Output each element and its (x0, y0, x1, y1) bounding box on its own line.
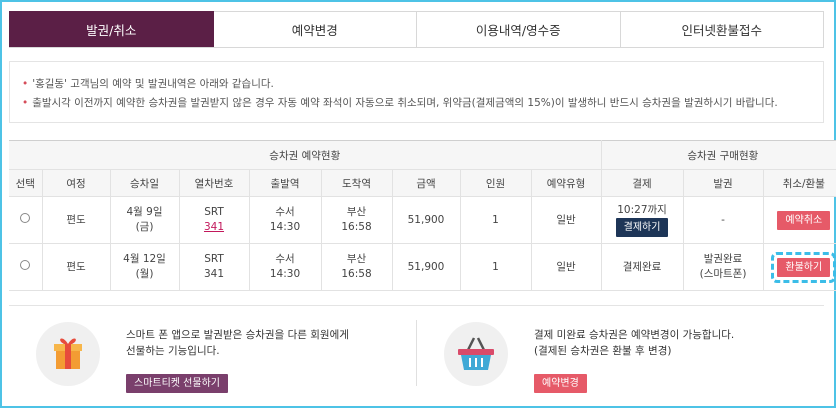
change-promo: 결제 미완료 승차권은 예약변경이 가능합니다. (결제된 승차권은 환불 후 … (444, 322, 804, 393)
promo-section: 스마트 폰 앱으로 발권받은 승차권을 다른 회원에게 선물하는 기능입니다. … (9, 305, 824, 399)
notice-line: • 출발시각 이전까지 예약한 승차권을 발권받지 않은 경우 자동 예약 좌석이… (22, 94, 811, 113)
tab-bar: 발권/취소 예약변경 이용내역/영수증 인터넷환불접수 (9, 11, 824, 48)
col-header: 발권 (683, 169, 764, 197)
change-promo-line: 결제 미완료 승차권은 예약변경이 가능합니다. (534, 329, 735, 341)
pay-button[interactable]: 결제하기 (615, 218, 669, 237)
notice-box: • '홍길동' 고객님의 예약 및 발권내역은 아래와 같습니다. • 출발시각 이… (9, 61, 824, 123)
col-header: 선택 (9, 169, 43, 197)
row-select-radio[interactable] (20, 212, 31, 223)
train-cell: SRT 341 (179, 243, 250, 291)
payment-cell: 결제완료 (601, 243, 684, 291)
departure-station: 수서 (275, 206, 295, 218)
table-row: 편도 4월 9일 (금) SRT 341 수서 14:30 부산 16:58 51,90… (9, 196, 836, 244)
col-header: 인원 (460, 169, 532, 197)
gift-promo-line: 스마트 폰 앱으로 발권받은 승차권을 다른 회원에게 (126, 329, 349, 341)
col-header: 취소/환불 (763, 169, 836, 197)
weekday-text: (월) (135, 268, 154, 280)
refund-button[interactable]: 환불하기 (777, 257, 831, 277)
arrival-cell: 부산 16:58 (321, 243, 393, 291)
col-header: 결제 (601, 169, 684, 197)
bullet-icon: • (22, 78, 29, 90)
reservation-type-cell: 일반 (531, 196, 602, 244)
select-cell (9, 243, 43, 291)
col-header: 여정 (42, 169, 111, 197)
change-promo-text: 결제 미완료 승차권은 예약변경이 가능합니다. (결제된 승차권은 환불 후 … (534, 327, 734, 359)
col-header: 도착역 (321, 169, 393, 197)
amount-cell: 51,900 (392, 243, 461, 291)
col-header: 출발역 (249, 169, 322, 197)
arrival-time: 16:58 (341, 268, 372, 280)
payment-cell: 10:27까지결제하기 (601, 196, 684, 244)
col-header: 예약유형 (531, 169, 602, 197)
change-reservation-button[interactable]: 예약변경 (534, 374, 587, 393)
col-header: 열차번호 (179, 169, 250, 197)
trip-cell: 편도 (42, 196, 111, 244)
notice-line: • '홍길동' 고객님의 예약 및 발권내역은 아래와 같습니다. (22, 75, 811, 94)
notice-text-2: 출발시각 이전까지 예약한 승차권을 발권받지 않은 경우 자동 예약 좌석이 … (32, 97, 778, 109)
divider (416, 320, 417, 386)
tab-online-refund[interactable]: 인터넷환불접수 (620, 11, 824, 47)
tab-issue-cancel[interactable]: 발권/취소 (9, 11, 214, 47)
table-row: 편도 4월 12일 (월) SRT 341 수서 14:30 부산 16:58 51,9… (9, 243, 836, 291)
arrival-station: 부산 (346, 253, 367, 265)
ticket-status: 발권완료 (703, 253, 743, 265)
gift-promo: 스마트 폰 앱으로 발권받은 승차권을 다른 회원에게 선물하는 기능입니다. … (36, 322, 396, 393)
reservation-type-cell: 일반 (531, 243, 602, 291)
cancel-reservation-button[interactable]: 예약취소 (777, 210, 831, 230)
departure-time: 14:30 (269, 268, 301, 280)
action-cell: 환불하기 (763, 243, 836, 291)
trip-cell: 편도 (42, 243, 111, 291)
select-cell (9, 196, 43, 244)
tab-change-reservation[interactable]: 예약변경 (213, 11, 417, 47)
train-cell: SRT 341 (179, 196, 250, 244)
date-text: 4월 12일 (123, 253, 166, 265)
departure-time: 14:30 (269, 221, 301, 233)
ticket-cell: - (683, 196, 764, 244)
notice-text-1: '홍길동' 고객님의 예약 및 발권내역은 아래와 같습니다. (32, 78, 274, 90)
train-type: SRT (204, 206, 224, 218)
date-cell: 4월 12일 (월) (110, 243, 180, 291)
col-header: 승차일 (110, 169, 180, 197)
people-cell: 1 (460, 196, 532, 244)
reservation-table-wrap: 승차권 예약현황 승차권 구매현황 선택 여정 승차일 열차번호 출발역 도착역… (9, 140, 836, 291)
change-promo-line: (결제된 승차권은 환불 후 변경) (534, 345, 672, 357)
weekday-text: (금) (135, 221, 154, 233)
smart-ticket-gift-button[interactable]: 스마트티켓 선물하기 (126, 374, 228, 393)
ticket-medium: (스마트폰) (699, 268, 747, 280)
departure-cell: 수서 14:30 (249, 243, 322, 291)
departure-cell: 수서 14:30 (249, 196, 322, 244)
focus-highlight: 환불하기 (771, 251, 836, 283)
basket-icon (444, 322, 508, 386)
bullet-icon: • (22, 97, 29, 109)
date-cell: 4월 9일 (금) (110, 196, 180, 244)
train-number-link[interactable]: 341 (204, 221, 224, 233)
group-header-reservation: 승차권 예약현황 (9, 140, 602, 170)
row-select-radio[interactable] (20, 259, 31, 270)
gift-promo-line: 선물하는 기능입니다. (126, 345, 220, 357)
arrival-station: 부산 (346, 206, 367, 218)
gift-icon (36, 322, 100, 386)
train-number: 341 (203, 268, 225, 280)
people-cell: 1 (460, 243, 532, 291)
col-header: 금액 (392, 169, 461, 197)
departure-station: 수서 (275, 253, 295, 265)
tab-history-receipt[interactable]: 이용내역/영수증 (417, 11, 621, 47)
ticket-cell: 발권완료 (스마트폰) (683, 243, 764, 291)
train-type: SRT (204, 253, 224, 265)
arrival-cell: 부산 16:58 (321, 196, 393, 244)
action-cell: 예약취소 (763, 196, 836, 244)
group-header-purchase: 승차권 구매현황 (601, 140, 836, 170)
arrival-time: 16:58 (341, 221, 372, 233)
payment-deadline: 10:27까지 (617, 204, 667, 216)
gift-promo-text: 스마트 폰 앱으로 발권받은 승차권을 다른 회원에게 선물하는 기능입니다. (126, 327, 349, 359)
reservation-table: 승차권 예약현황 승차권 구매현황 선택 여정 승차일 열차번호 출발역 도착역… (9, 140, 836, 291)
amount-cell: 51,900 (392, 196, 461, 244)
date-text: 4월 9일 (126, 206, 163, 218)
